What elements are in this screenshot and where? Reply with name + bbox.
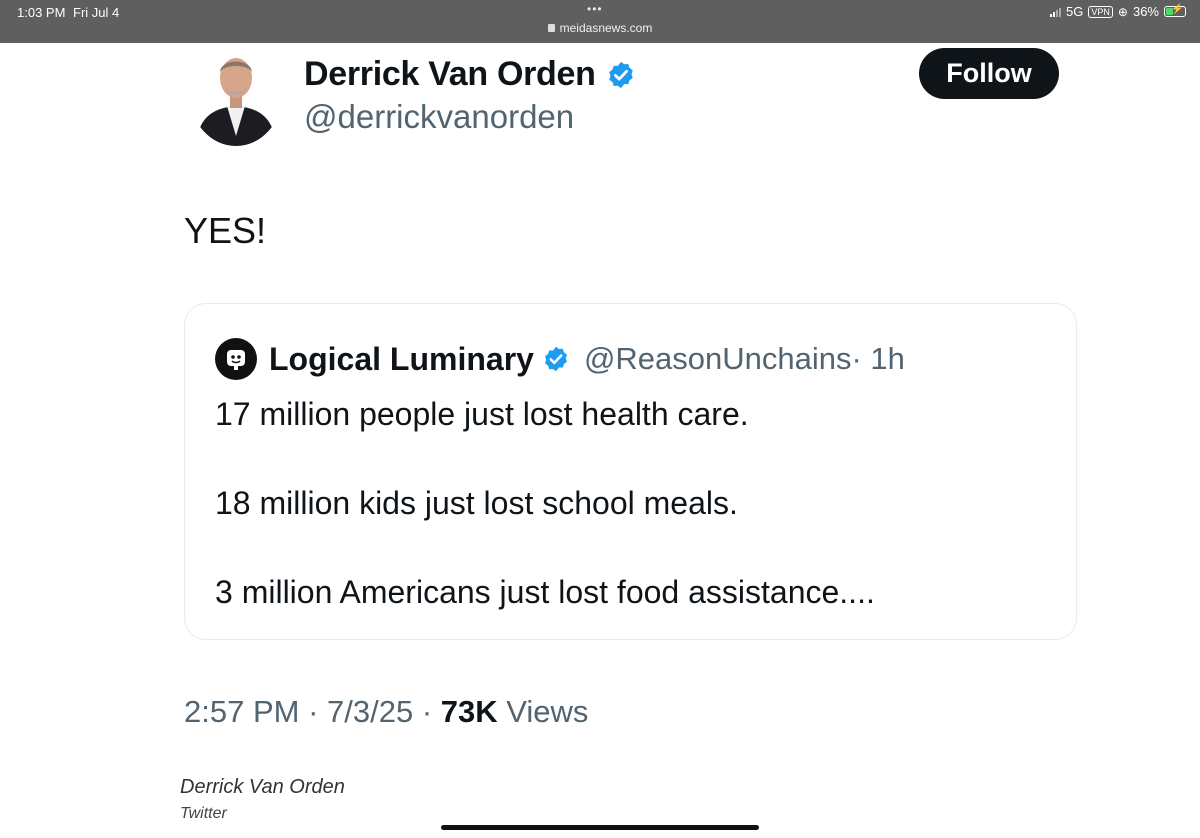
tweet-time[interactable]: 2:57 PM xyxy=(184,694,299,729)
caption-author: Derrick Van Orden xyxy=(180,776,345,798)
verified-badge-icon xyxy=(608,61,633,88)
lock-icon xyxy=(547,24,555,32)
author-handle[interactable]: @derrickvanorden xyxy=(304,98,574,136)
tweet-text: YES! xyxy=(184,210,267,251)
rotation-lock-icon: ⊕ xyxy=(1117,4,1128,19)
status-date: Fri Jul 4 xyxy=(73,5,120,20)
author-name[interactable]: Derrick Van Orden xyxy=(304,55,596,94)
quoted-author-handle[interactable]: @ReasonUnchains· 1h xyxy=(584,341,905,377)
more-dots-icon[interactable]: ••• xyxy=(587,3,603,15)
network-label: 5G xyxy=(1066,4,1084,19)
quoted-tweet[interactable]: Logical Luminary @ReasonUnchains· 1h 17 … xyxy=(184,303,1077,640)
quoted-text-line: 3 million Americans just lost food assis… xyxy=(215,574,875,610)
views-label: Views xyxy=(506,694,589,729)
quoted-time: · 1h xyxy=(851,341,905,376)
verified-badge-icon xyxy=(544,346,567,372)
avatar[interactable] xyxy=(190,44,282,146)
quoted-handle-text: @ReasonUnchains xyxy=(583,341,852,376)
views-count: 73K xyxy=(440,694,498,729)
caption-source: Twitter xyxy=(180,805,227,822)
quoted-author-row: Logical Luminary @ReasonUnchains· 1h xyxy=(215,338,905,380)
follow-button[interactable]: Follow xyxy=(919,48,1059,99)
address-bar[interactable]: meidasnews.com xyxy=(0,21,1200,35)
status-bar: 1:03 PM Fri Jul 4 ••• meidasnews.com 5G … xyxy=(0,0,1200,43)
signal-icon xyxy=(1050,7,1062,17)
status-time: 1:03 PM xyxy=(17,5,66,20)
home-indicator[interactable] xyxy=(441,825,759,830)
quoted-author-name[interactable]: Logical Luminary xyxy=(269,341,534,378)
author-row: Derrick Van Orden xyxy=(304,55,636,94)
battery-percent: 36% xyxy=(1132,4,1159,19)
status-indicators: 5G VPN ⊕ 36% ⚡ xyxy=(1050,4,1186,19)
battery-icon: ⚡ xyxy=(1164,4,1186,17)
url-text: meidasnews.com xyxy=(559,21,653,35)
tweet-meta: 2:57 PM · 7/3/25 · 73K Views xyxy=(184,694,588,730)
vpn-badge: VPN xyxy=(1088,5,1113,18)
quoted-text-line: 17 million people just lost health care. xyxy=(215,396,749,432)
quoted-avatar[interactable] xyxy=(215,338,257,380)
meta-separator: · xyxy=(421,694,441,729)
tweet-date[interactable]: 7/3/25 xyxy=(327,694,413,729)
quoted-text-line: 18 million kids just lost school meals. xyxy=(215,485,738,521)
meta-separator: · xyxy=(308,694,328,729)
